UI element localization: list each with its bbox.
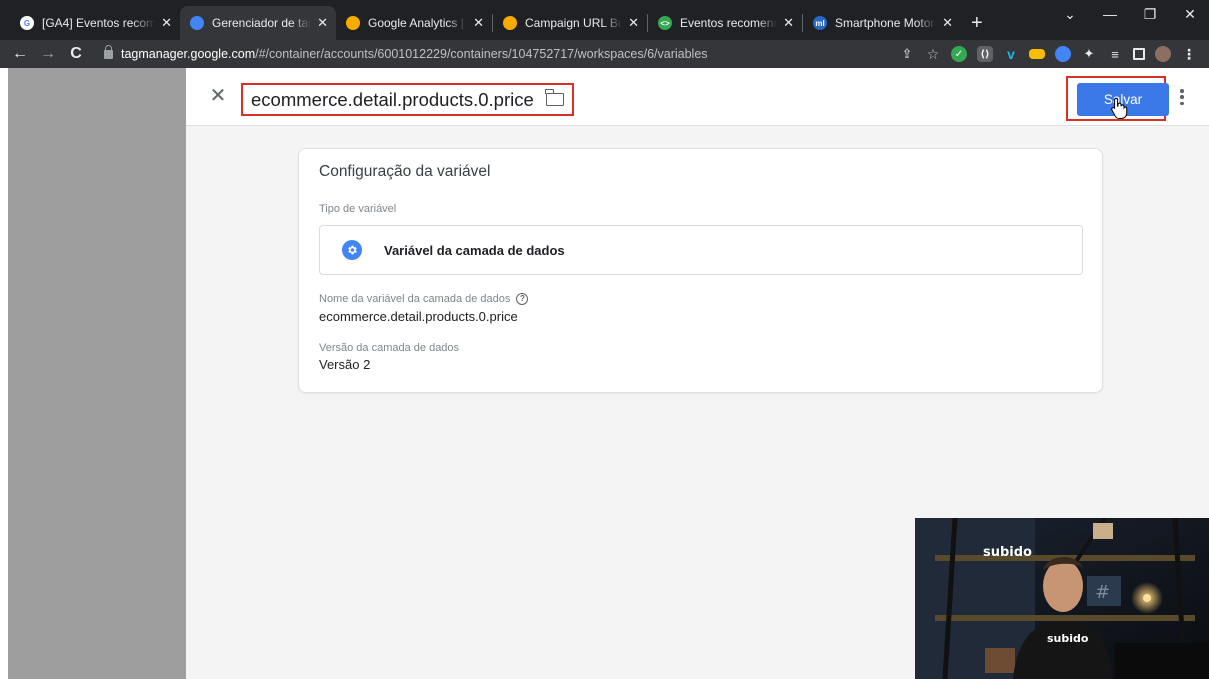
- back-icon[interactable]: ←: [6, 45, 34, 63]
- tab-title: Eventos recomendados: [680, 16, 778, 30]
- address-bar[interactable]: tagmanager.google.com/#/container/accoun…: [104, 43, 884, 65]
- settings-gear-icon: [342, 240, 362, 260]
- dl-variable-name-label: Nome da variável da camada de dados?: [319, 293, 529, 306]
- lock-icon[interactable]: [104, 44, 113, 59]
- code-extension-icon[interactable]: ⟨⟩: [977, 46, 993, 62]
- google-icon: G: [20, 16, 34, 30]
- tab-title: Gerenciador de tags do Google: [212, 16, 311, 30]
- analytics-icon: [346, 16, 360, 30]
- tab-close-icon[interactable]: ✕: [783, 15, 794, 31]
- share-icon[interactable]: ⇪: [899, 46, 915, 62]
- browser-tab-bar: G[GA4] Eventos recomendados✕Gerenciador …: [0, 0, 1209, 40]
- more-options-icon[interactable]: [1176, 86, 1188, 108]
- tab-close-icon[interactable]: ✕: [317, 15, 328, 31]
- variable-type-name: Variável da camada de dados: [384, 242, 565, 258]
- reading-list-icon[interactable]: ≡: [1107, 46, 1123, 62]
- tag-manager-icon: [190, 16, 204, 30]
- tab-close-icon[interactable]: ✕: [161, 15, 172, 31]
- tab-title: Google Analytics | Página: [368, 16, 467, 30]
- profile-avatar[interactable]: [1155, 46, 1171, 62]
- check-extension-icon[interactable]: ✓: [951, 46, 967, 62]
- folder-icon[interactable]: [545, 89, 564, 106]
- variable-name-title[interactable]: ecommerce.detail.products.0.price: [241, 83, 574, 116]
- dl-version-label: Versão da camada de dados: [319, 342, 460, 354]
- puzzle-extensions-icon[interactable]: ✦: [1081, 46, 1097, 62]
- extensions-area: ⇪ ☆ ✓ ⟨⟩ v ✦ ≡ ⋮: [899, 43, 1197, 65]
- close-icon[interactable]: ✕: [208, 86, 228, 106]
- tab-search-icon[interactable]: ⌄: [1050, 0, 1090, 28]
- tag-extension-icon[interactable]: [1029, 49, 1045, 59]
- browser-tab[interactable]: Gerenciador de tags do Google ✕: [180, 6, 336, 40]
- browser-tab[interactable]: Google Analytics | Página ✕: [336, 6, 492, 40]
- variable-type-selector[interactable]: Variável da camada de dados: [319, 225, 1083, 275]
- side-panel-icon[interactable]: [1133, 48, 1145, 60]
- blue-extension-icon[interactable]: [1055, 46, 1071, 62]
- tab-title: Smartphone Motorola: [835, 16, 936, 30]
- restore-icon[interactable]: ❐: [1130, 0, 1170, 28]
- dl-variable-name-label-text: Nome da variável da camada de dados: [319, 293, 511, 305]
- new-tab-button[interactable]: +: [961, 6, 993, 40]
- tab-close-icon[interactable]: ✕: [628, 15, 639, 31]
- url-host: tagmanager.google.com: [121, 47, 256, 61]
- modal-backdrop[interactable]: [8, 68, 186, 679]
- left-edge: [0, 68, 8, 679]
- dl-variable-name-value: ecommerce.detail.products.0.price: [319, 309, 518, 324]
- variable-type-label: Tipo de variável: [319, 203, 397, 215]
- variable-name-text: ecommerce.detail.products.0.price: [251, 88, 534, 110]
- browser-tab[interactable]: Campaign URL Builder ✕: [493, 6, 647, 40]
- url-path: /#/container/accounts/6001012229/contain…: [255, 47, 708, 61]
- panel-header: ✕ ecommerce.detail.products.0.price Salv…: [186, 68, 1209, 126]
- hand-cursor-icon: [1111, 97, 1128, 119]
- tab-title: [GA4] Eventos recomendados: [42, 16, 156, 30]
- shelf-logo: subido: [983, 545, 1032, 560]
- svg-text:#: #: [1095, 582, 1110, 603]
- close-window-icon[interactable]: ✕: [1170, 0, 1209, 28]
- help-icon[interactable]: ?: [516, 293, 529, 306]
- reload-icon[interactable]: C: [62, 45, 90, 63]
- code-icon: <>: [658, 16, 672, 30]
- browser-menu-icon[interactable]: ⋮: [1181, 46, 1197, 62]
- webcam-scene-image: # subido subido: [915, 518, 1209, 679]
- forward-icon[interactable]: →: [34, 45, 62, 63]
- shirt-logo: subido: [1047, 632, 1089, 645]
- ml-icon: ml: [813, 16, 827, 30]
- browser-tab[interactable]: <> Eventos recomendados ✕: [648, 6, 802, 40]
- browser-tab[interactable]: ml Smartphone Motorola ✕: [803, 6, 961, 40]
- browser-tab[interactable]: G [GA4] Eventos recomendados ✕: [10, 6, 180, 40]
- webcam-overlay: # subido subido: [915, 518, 1209, 679]
- card-title: Configuração da variável: [319, 163, 491, 180]
- variable-config-card: Configuração da variável Tipo de variáve…: [298, 148, 1103, 393]
- browser-toolbar: ← → C tagmanager.google.com/#/container/…: [0, 40, 1209, 68]
- vimeo-extension-icon[interactable]: v: [1003, 46, 1019, 62]
- minimize-icon[interactable]: —: [1090, 0, 1130, 28]
- campaign-icon: [503, 16, 517, 30]
- dl-version-value: Versão 2: [319, 357, 371, 372]
- tab-close-icon[interactable]: ✕: [473, 15, 484, 31]
- bookmark-star-icon[interactable]: ☆: [925, 46, 941, 62]
- tab-close-icon[interactable]: ✕: [942, 15, 953, 31]
- tab-title: Campaign URL Builder: [525, 16, 623, 30]
